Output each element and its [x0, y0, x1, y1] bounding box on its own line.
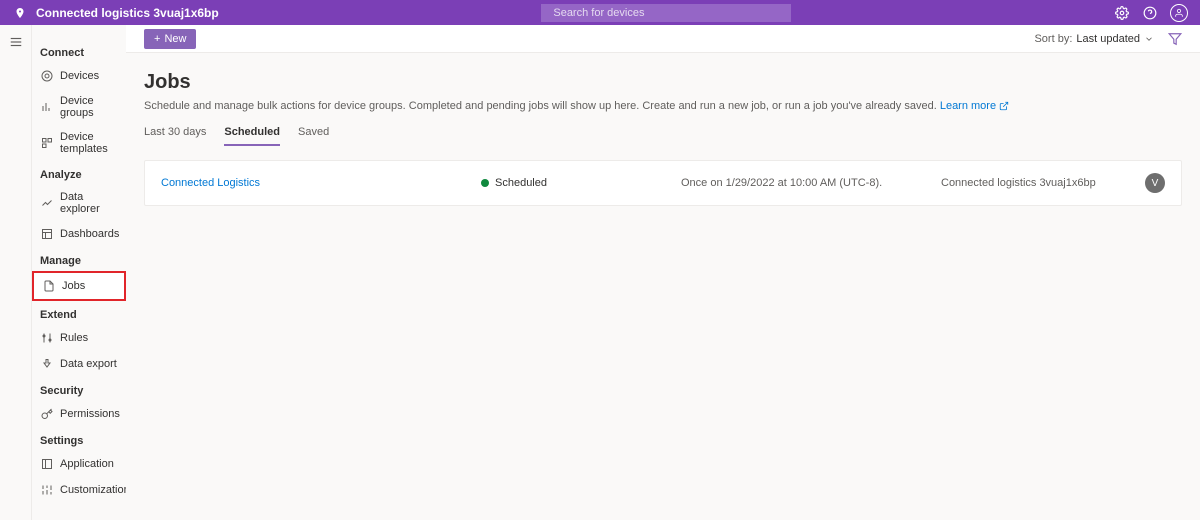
sidebar-item-devices[interactable]: Devices [32, 63, 126, 89]
sidebar-item-data-explorer[interactable]: Data explorer [32, 185, 126, 221]
sidebar-item-devices-icon [40, 69, 54, 83]
sidebar-item-label: Application [60, 458, 114, 470]
sidebar-item-application-icon [40, 457, 54, 471]
sidebar-section-label: Analyze [32, 165, 126, 185]
job-status: Scheduled [481, 177, 681, 189]
sidebar-item-jobs-icon [42, 279, 56, 293]
sidebar-item-label: Rules [60, 332, 88, 344]
status-dot-icon [481, 179, 489, 187]
sidebar-item-label: Devices [60, 70, 99, 82]
sidebar-item-label: Data explorer [60, 191, 118, 215]
sidebar-section-label: Connect [32, 43, 126, 63]
location-icon [12, 5, 28, 21]
help-icon[interactable] [1142, 5, 1158, 21]
job-row[interactable]: Connected LogisticsScheduledOnce on 1/29… [144, 160, 1182, 206]
sidebar-item-customization-icon [40, 483, 54, 497]
hamburger-icon[interactable] [9, 35, 23, 520]
settings-icon[interactable] [1114, 5, 1130, 21]
learn-more-link[interactable]: Learn more [940, 100, 1009, 112]
sidebar-item-label: Dashboards [60, 228, 119, 240]
sort-label: Sort by: [1034, 33, 1072, 45]
sidebar-item-dashboards-icon [40, 227, 54, 241]
sidebar-section-label: Settings [32, 431, 126, 451]
app-title: Connected logistics 3vuaj1x6bp [36, 6, 219, 20]
sidebar-item-device-templates[interactable]: Device templates [32, 125, 126, 161]
sidebar-item-data-export-icon [40, 357, 54, 371]
sidebar-item-label: Permissions [60, 408, 120, 420]
plus-icon: + [154, 33, 160, 45]
filter-icon[interactable] [1168, 32, 1182, 46]
tab-scheduled[interactable]: Scheduled [224, 126, 280, 146]
sidebar-item-data-export[interactable]: Data export [32, 351, 126, 377]
job-target: Connected logistics 3vuaj1x6bp [941, 177, 1145, 189]
sidebar-item-device-groups[interactable]: Device groups [32, 89, 126, 125]
page-title: Jobs [144, 71, 1182, 94]
sidebar-section-label: Manage [32, 251, 126, 271]
sidebar-item-label: Device templates [60, 131, 118, 155]
job-avatar: V [1145, 173, 1165, 193]
sidebar-item-device-groups-icon [40, 100, 54, 114]
sidebar-item-customization[interactable]: Customization [32, 477, 126, 503]
sidebar-item-label: Jobs [62, 280, 85, 292]
job-schedule: Once on 1/29/2022 at 10:00 AM (UTC-8). [681, 177, 941, 189]
job-name-link[interactable]: Connected Logistics [161, 177, 481, 189]
sidebar: Connect Devices Device groups Device templa… [32, 25, 126, 520]
sidebar-item-rules[interactable]: Rules [32, 325, 126, 351]
tabs: Last 30 days Scheduled Saved [144, 126, 1182, 146]
sidebar-item-rules-icon [40, 331, 54, 345]
sidebar-section-label: Security [32, 381, 126, 401]
new-button-label: New [164, 33, 186, 45]
toolbar: + New Sort by: Last updated [126, 25, 1200, 53]
new-button[interactable]: + New [144, 29, 196, 49]
sort-dropdown[interactable]: Last updated [1076, 33, 1154, 45]
app-header: Connected logistics 3vuaj1x6bp [0, 0, 1200, 25]
sidebar-item-label: Customization [60, 484, 126, 496]
sidebar-item-label: Data export [60, 358, 117, 370]
sidebar-item-permissions[interactable]: Permissions [32, 401, 126, 427]
sidebar-item-device-templates-icon [40, 136, 54, 150]
search-input[interactable] [541, 4, 791, 22]
sidebar-item-jobs[interactable]: Jobs [32, 271, 126, 301]
page-description: Schedule and manage bulk actions for dev… [144, 100, 1182, 112]
tab-last-30-days[interactable]: Last 30 days [144, 126, 206, 146]
tab-saved[interactable]: Saved [298, 126, 329, 146]
external-link-icon [999, 101, 1009, 111]
sidebar-section-label: Extend [32, 305, 126, 325]
sidebar-item-application[interactable]: Application [32, 451, 126, 477]
sidebar-item-label: Device groups [60, 95, 118, 119]
sidebar-item-permissions-icon [40, 407, 54, 421]
user-avatar[interactable] [1170, 4, 1188, 22]
sidebar-item-dashboards[interactable]: Dashboards [32, 221, 126, 247]
sidebar-item-data-explorer-icon [40, 196, 54, 210]
chevron-down-icon [1144, 34, 1154, 44]
